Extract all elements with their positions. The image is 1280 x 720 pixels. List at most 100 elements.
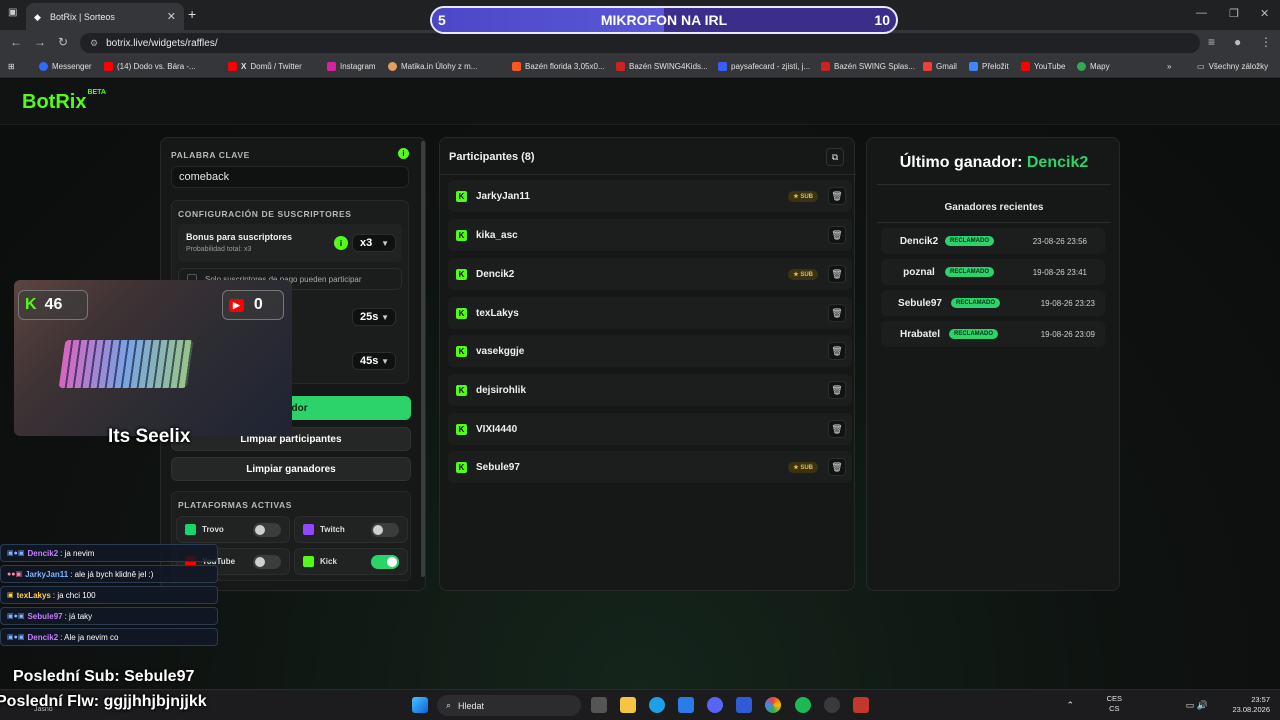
kick-icon: K [456, 229, 467, 241]
trash-icon[interactable]: 🗑 [828, 226, 846, 244]
trash-icon[interactable]: 🗑 [828, 342, 846, 360]
menu-icon[interactable]: ⋮ [1260, 35, 1272, 49]
youtube-icon: ▶ [229, 298, 244, 312]
bookmark-item[interactable]: (14) Dodo vs. Bára -... [104, 62, 196, 71]
chat-badges-icon: ▣●▣ [7, 634, 25, 641]
tab-search-icon[interactable]: ▣ [8, 7, 17, 18]
spotify-icon[interactable] [795, 697, 811, 713]
new-tab-icon[interactable]: + [188, 6, 196, 22]
participant-row: Kkika_asc 🗑 [448, 219, 852, 251]
task-view-icon[interactable] [591, 697, 607, 713]
settings-scrollbar[interactable] [421, 141, 425, 577]
clear-winners-button[interactable]: Limpiar ganadores [171, 457, 411, 481]
chat-badges-icon: ●●▣ [7, 571, 23, 578]
kick-viewer-count: K 46 [18, 290, 88, 320]
minimize-icon[interactable]: — [1196, 7, 1207, 19]
info-icon[interactable]: i [398, 148, 409, 159]
close-tab-icon[interactable]: ✕ [167, 10, 176, 23]
participant-row: Kvasekggje 🗑 [448, 335, 852, 367]
bookmark-item[interactable]: Přeložit [969, 62, 1009, 71]
maps-icon [1077, 62, 1086, 71]
chat-message: ▣ texLakys: ja chci 100 [0, 586, 218, 604]
trash-icon[interactable]: 🗑 [828, 304, 846, 322]
file-explorer-icon[interactable] [620, 697, 636, 713]
bookmark-item[interactable]: Bazén SWING4Kids... [616, 62, 708, 71]
winner-row: Dencik2 RECLAMADO 23-08-26 23:56 [881, 228, 1105, 254]
obs-icon[interactable] [824, 697, 840, 713]
copy-icon[interactable]: ⧉ [826, 148, 844, 166]
kick-icon: K [456, 461, 467, 473]
twitch-toggle[interactable] [371, 522, 399, 537]
botrix-logo[interactable]: BotRixBETA [22, 89, 106, 114]
more-bookmarks-icon[interactable]: » [1167, 62, 1171, 71]
forward-icon[interactable]: → [34, 35, 46, 49]
tab-title: BotRix | Sorteos [50, 11, 115, 22]
chat-badges-icon: ▣●▣ [7, 613, 25, 620]
kick-icon: K [456, 268, 467, 280]
tray-chevron-icon[interactable]: ⌃ [1066, 700, 1074, 711]
system-tray: ⌃ CES CS ▭ 🔊 23:57 23.08.2026 [1066, 694, 1270, 715]
sub-badge: ★ SUB [788, 191, 818, 202]
platform-kick: Kick [294, 548, 408, 575]
bookmark-item[interactable]: Bazén SWING Splas... [821, 62, 915, 71]
bookmark-item[interactable]: Bazén florida 3,05x0... [512, 62, 605, 71]
bookmark-item[interactable]: Gmail [923, 62, 957, 71]
timer-select-2[interactable]: 45s ▼ [352, 352, 396, 370]
kick-toggle[interactable] [371, 554, 399, 569]
trash-icon[interactable]: 🗑 [828, 381, 846, 399]
playlist-icon[interactable]: ≡ [1208, 35, 1215, 49]
profile-avatar[interactable]: ● [1234, 35, 1241, 49]
chrome-icon[interactable] [765, 697, 781, 713]
last-winner-name: Dencik2 [1026, 154, 1089, 171]
address-bar[interactable]: ⚙ botrix.live/widgets/raffles/ [80, 33, 1200, 53]
bookmark-item[interactable]: Instagram [327, 62, 376, 71]
language-indicator[interactable]: CES CS [1107, 694, 1122, 714]
maximize-icon[interactable]: ❐ [1229, 7, 1239, 20]
discord-icon[interactable] [707, 697, 723, 713]
bookmarks-bar: ⊞ Messenger (14) Dodo vs. Bára -... X Dom… [0, 56, 1280, 78]
apps-grid-icon[interactable]: ⊞ [8, 62, 15, 71]
twitch-icon [303, 524, 314, 535]
bookmark-item[interactable]: YouTube [1021, 62, 1065, 71]
chat-message: ▣●▣ Dencik2: ja nevim [0, 544, 218, 562]
translate-icon [969, 62, 978, 71]
all-bookmarks[interactable]: ▭ Všechny záložky [1197, 62, 1268, 71]
trash-icon[interactable]: 🗑 [828, 458, 846, 476]
taskbar-search[interactable]: ⌕ Hledat [437, 695, 581, 716]
youtube-toggle[interactable] [253, 554, 281, 569]
bookmark-site-icon [616, 62, 625, 71]
close-window-icon[interactable]: ✕ [1260, 7, 1269, 20]
sub-badge: ★ SUB [788, 269, 818, 280]
app-icon[interactable] [853, 697, 869, 713]
clock[interactable]: 23:57 23.08.2026 [1232, 695, 1270, 715]
bookmark-item[interactable]: Matika.in Úlohy z m... [388, 62, 477, 71]
start-icon[interactable] [412, 697, 428, 713]
bonus-multiplier-select[interactable]: x3 ▼ [352, 234, 396, 252]
keyword-input[interactable]: comeback [171, 166, 409, 188]
bookmark-item[interactable]: X Domů / Twitter [228, 62, 302, 71]
tray-icons[interactable]: ▭ 🔊 [1186, 700, 1208, 711]
trash-icon[interactable]: 🗑 [828, 265, 846, 283]
site-info-icon[interactable]: ⚙ [90, 38, 98, 49]
bookmark-item[interactable]: Messenger [39, 62, 92, 71]
app-icon[interactable] [736, 697, 752, 713]
bookmark-item[interactable]: Mapy [1077, 62, 1110, 71]
edge-icon[interactable] [649, 697, 665, 713]
ms-store-icon[interactable] [678, 697, 694, 713]
browser-tab-active[interactable]: ◆ BotRix | Sorteos ✕ [26, 3, 184, 30]
trash-icon[interactable]: 🗑 [828, 187, 846, 205]
trash-icon[interactable]: 🗑 [828, 420, 846, 438]
back-icon[interactable]: ← [10, 35, 22, 49]
youtube-icon [228, 62, 237, 71]
claimed-badge: RECLAMADO [945, 236, 994, 246]
x-icon: X [241, 62, 247, 71]
trovo-toggle[interactable] [253, 522, 281, 537]
winner-row: Hrabatel RECLAMADO 19-08-26 23:09 [881, 321, 1105, 347]
platforms-title: PLATAFORMAS ACTIVAS [178, 500, 293, 510]
bookmark-item[interactable]: paysafecard - zjisti, j... [718, 62, 810, 71]
timer-select-1[interactable]: 25s ▼ [352, 308, 396, 326]
platform-trovo: Trovo [176, 516, 290, 543]
claimed-badge: RECLAMADO [949, 329, 998, 339]
info-icon[interactable]: i [334, 236, 348, 250]
reload-icon[interactable]: ↻ [58, 35, 68, 49]
